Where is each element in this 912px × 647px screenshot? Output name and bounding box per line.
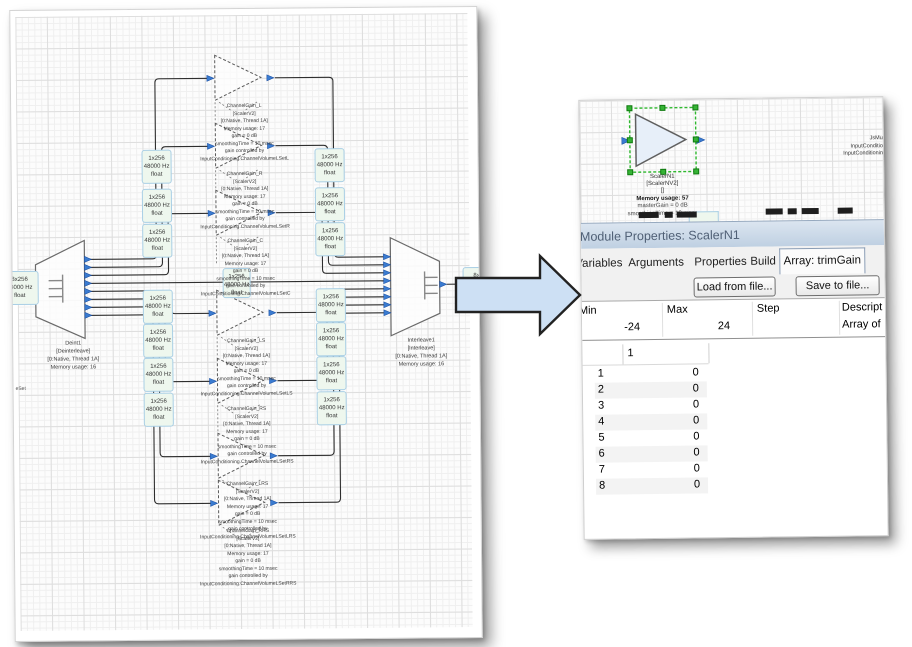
- wire-type-box-input: 8x256 48000 Hz float: [9, 271, 39, 305]
- clipped-shape: [788, 208, 797, 214]
- row-index: 5: [598, 432, 604, 444]
- trimgain-cell[interactable]: 0: [693, 414, 699, 426]
- max-value: 24: [682, 320, 730, 333]
- trimgain-cell[interactable]: 0: [694, 478, 700, 490]
- clipped-shape: [665, 212, 673, 218]
- array-row: 1 0: [595, 365, 707, 382]
- row-index: 4: [598, 416, 604, 428]
- column-divider: [752, 302, 753, 336]
- trimgain-cell[interactable]: 0: [693, 382, 699, 394]
- scaler-label-r: ChannelGain_R [ScalerV2] [0:Native, Thre…: [160, 170, 331, 231]
- clipped-canvas-text: JsMu InputConditio InputConditionin: [791, 135, 883, 159]
- scaler-label-ls: ChannelGain_LS [ScalerV2] [0:Native, Thr…: [161, 337, 332, 398]
- description-value: Array of: [842, 318, 881, 330]
- tab-build[interactable]: Build: [750, 255, 776, 267]
- clipped-shape: [639, 212, 659, 218]
- array-row: 4 0: [595, 413, 707, 430]
- array-row: 2 0: [595, 381, 707, 398]
- tabs-and-buttons: Variables Arguments Properties Build Arr…: [581, 245, 885, 301]
- figure-stage: 8x256 48000 Hz float 8x256 48000 Hz floa…: [0, 0, 912, 647]
- description-column-label: Descript: [842, 301, 882, 313]
- grid-column-header: 1: [627, 347, 633, 359]
- grid-line: [622, 344, 623, 364]
- trimgain-cell[interactable]: 0: [694, 462, 700, 474]
- save-to-file-button[interactable]: Save to file...: [795, 275, 879, 296]
- scalern-triangle[interactable]: [636, 114, 687, 167]
- array-meta-header: Min Max Step Descript -24 24 Array of: [582, 297, 885, 341]
- load-from-file-button[interactable]: Load from file...: [694, 276, 776, 297]
- scaler-channelgain-l[interactable]: [215, 55, 261, 100]
- trimgain-cell[interactable]: 0: [693, 398, 699, 410]
- trimgain-cell[interactable]: 0: [692, 366, 698, 378]
- trimgain-cell[interactable]: 0: [693, 430, 699, 442]
- grid-line: [708, 343, 709, 363]
- right-arrow-icon: [456, 256, 580, 334]
- tab-properties[interactable]: Properties: [694, 256, 747, 269]
- properties-titlebar[interactable]: Module Properties: ScalerN1: [581, 219, 884, 249]
- trimgain-cell[interactable]: 0: [693, 446, 699, 458]
- scaler-label-c: ChannelGain_C [ScalerV2] [0:Native, Thre…: [160, 237, 331, 298]
- clipped-shape: [677, 211, 697, 217]
- row-index: 7: [599, 464, 605, 476]
- array-row: 6 0: [596, 445, 708, 462]
- array-row: 7 0: [596, 461, 708, 478]
- scaler-label-rs: ChannelGain_RS [ScalerV2] [0:Native, Thr…: [162, 405, 333, 466]
- array-row: 3 0: [595, 397, 707, 414]
- column-divider: [662, 303, 663, 337]
- tab-arguments[interactable]: Arguments: [628, 257, 684, 270]
- row-index: 8: [599, 480, 605, 492]
- array-row: 5 0: [595, 429, 707, 446]
- column-divider: [839, 301, 840, 335]
- clipped-label-fragment: eSet: [16, 386, 26, 392]
- deinterleave-module[interactable]: [35, 240, 85, 338]
- deinterleave-label: Deint1 [Deinterleave] [0:Native, Thread …: [18, 339, 128, 372]
- transition-arrow: [452, 248, 586, 342]
- scaler-label-l: ChannelGain_L [ScalerV2] [0:Native, Thre…: [159, 102, 330, 163]
- min-value: -24: [592, 321, 640, 334]
- module-properties-window: ScalerN1 [ScalerNV2] [] Memory usage: 57…: [578, 96, 888, 540]
- step-column-label: Step: [757, 302, 780, 314]
- array-row: 8 0: [596, 477, 708, 494]
- row-index: 1: [598, 368, 604, 380]
- scalern1-name-lines: ScalerN1 [ScalerNV2] []: [592, 173, 732, 196]
- designer-canvas-window: 8x256 48000 Hz float 8x256 48000 Hz floa…: [9, 6, 482, 642]
- row-index: 3: [598, 400, 604, 412]
- clipped-shape: [838, 208, 853, 214]
- interleave-module[interactable]: [390, 237, 440, 335]
- clipped-shape: [802, 208, 819, 214]
- max-column-label: Max: [667, 304, 688, 316]
- clipped-shape: [766, 208, 783, 214]
- scaler-label-rrs: ChannelGain_RRS [ScalerV2] [0:Native, Th…: [163, 527, 334, 588]
- row-index: 6: [599, 448, 605, 460]
- tab-array-trimgain[interactable]: Array: trimGain: [779, 247, 865, 274]
- properties-canvas: ScalerN1 [ScalerNV2] [] Memory usage: 57…: [579, 97, 883, 223]
- row-index: 2: [598, 384, 604, 396]
